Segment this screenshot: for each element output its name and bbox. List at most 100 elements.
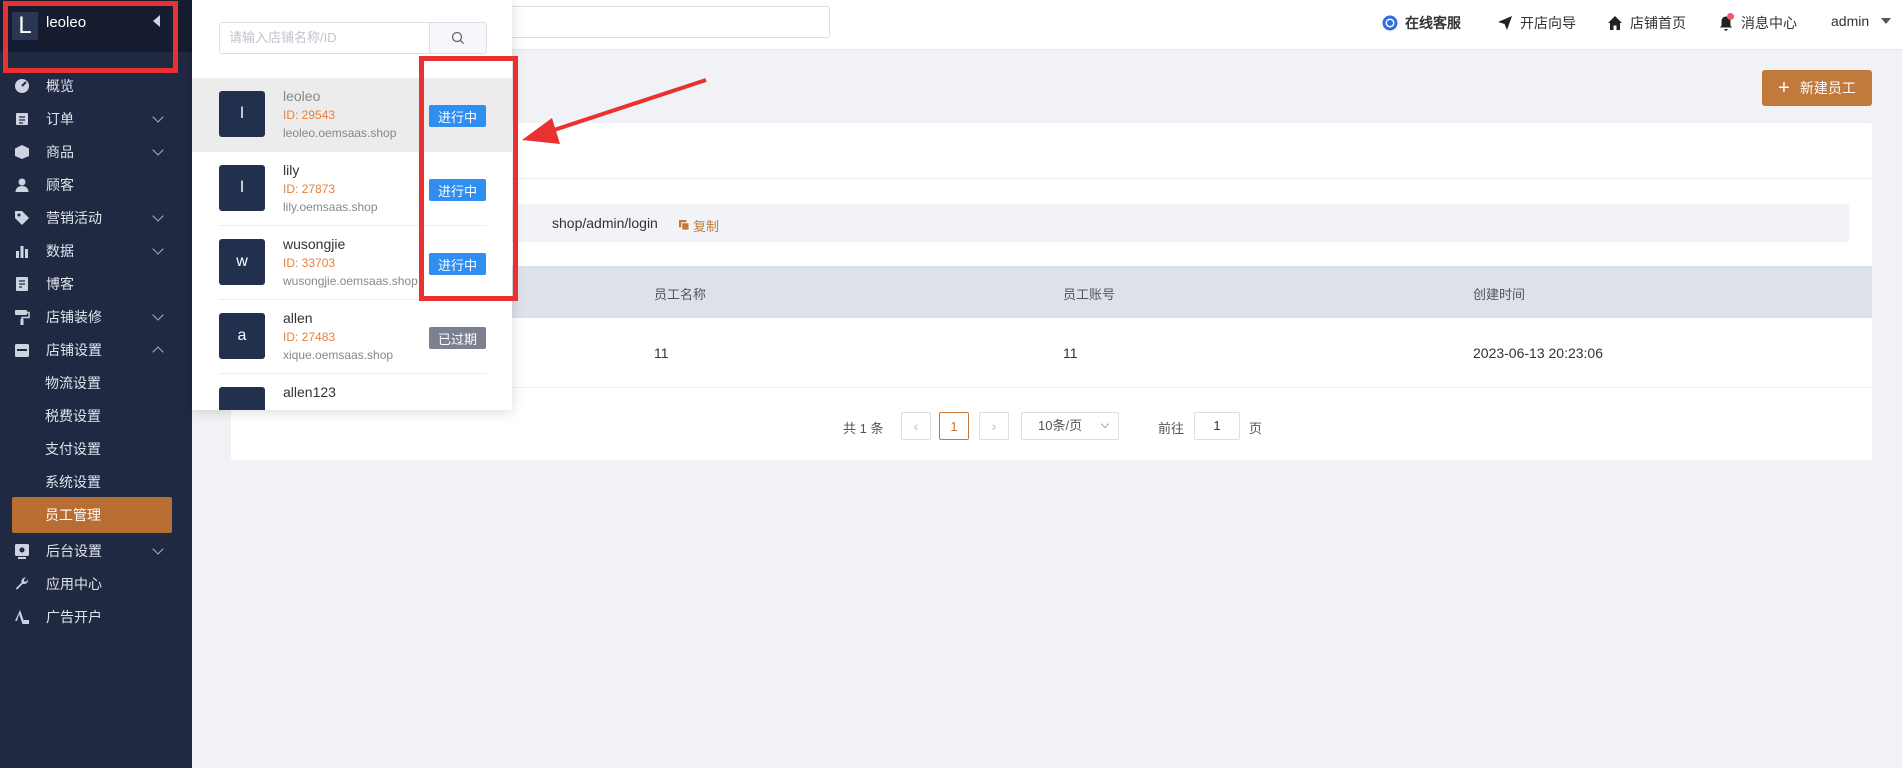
store-home-link[interactable]: 店铺首页 bbox=[1607, 13, 1686, 33]
column-header-staff-name: 员工名称 bbox=[654, 287, 707, 302]
goto-page-input[interactable]: 1 bbox=[1194, 412, 1240, 440]
plus-icon: + bbox=[1778, 77, 1790, 99]
store-item-name: lily bbox=[283, 162, 300, 178]
store-item-domain: leoleo.oemsaas.shop bbox=[283, 126, 397, 140]
sidebar-item-ads[interactable]: 广告开户 bbox=[0, 597, 192, 637]
sidebar-item-label: 广告开户 bbox=[46, 609, 102, 625]
box-icon bbox=[14, 144, 30, 160]
message-center-link[interactable]: 消息中心 bbox=[1718, 13, 1797, 33]
sidebar-item-label: 后台设置 bbox=[46, 543, 102, 559]
store-item-id: ID: 33703 bbox=[283, 256, 336, 270]
store-item-id: ID: 27483 bbox=[283, 330, 336, 344]
caret-down-icon bbox=[1881, 18, 1892, 24]
tag-icon bbox=[14, 210, 30, 226]
store-item-name: leoleo bbox=[283, 88, 321, 104]
goto-unit-label: 页 bbox=[1249, 421, 1263, 436]
store-item-id: ID: 27873 bbox=[283, 182, 336, 196]
wrench-icon bbox=[14, 576, 30, 592]
new-staff-button[interactable]: + 新建员工 bbox=[1762, 70, 1872, 106]
store-avatar: w bbox=[219, 239, 265, 285]
chevron-down-icon bbox=[152, 111, 164, 123]
store-icon bbox=[14, 342, 30, 358]
next-page-button[interactable]: › bbox=[979, 412, 1009, 440]
cell-staff-account: 11 bbox=[1063, 345, 1078, 361]
annotation-box-status-badges bbox=[419, 56, 518, 301]
sidebar-subitem-system[interactable]: 系统设置 bbox=[0, 462, 192, 502]
store-item-domain: wusongjie.oemsaas.shop bbox=[283, 274, 418, 288]
copy-icon bbox=[679, 220, 690, 231]
online-service-label: 在线客服 bbox=[1405, 15, 1461, 31]
new-staff-label: 新建员工 bbox=[1799, 80, 1856, 96]
sidebar-item-label: 数据 bbox=[46, 243, 74, 259]
paper-plane-icon bbox=[1498, 16, 1512, 30]
store-item-id: ID: 29543 bbox=[283, 108, 336, 122]
store-avatar: l bbox=[219, 165, 265, 211]
pagination-total: 共 1 条 bbox=[843, 421, 884, 436]
chevron-down-icon bbox=[152, 210, 164, 222]
admin-settings-icon bbox=[14, 543, 30, 559]
sidebar-item-label: 博客 bbox=[46, 276, 74, 292]
open-guide-label: 开店向导 bbox=[1520, 15, 1576, 31]
sidebar-item-label: 应用中心 bbox=[46, 576, 102, 592]
sidebar-item-label: 店铺装修 bbox=[46, 309, 102, 325]
bell-icon bbox=[1718, 13, 1741, 31]
message-center-label: 消息中心 bbox=[1741, 15, 1797, 31]
sidebar-item-label: 概览 bbox=[46, 78, 74, 94]
online-service-icon bbox=[1382, 15, 1398, 31]
column-header-created-time: 创建时间 bbox=[1473, 287, 1526, 302]
dashboard-icon bbox=[14, 78, 30, 94]
blog-icon bbox=[14, 276, 30, 292]
search-icon bbox=[451, 31, 464, 44]
store-item-name: wusongjie bbox=[283, 236, 346, 252]
store-item-domain: lily.oemsaas.shop bbox=[283, 200, 378, 214]
open-guide-link[interactable]: 开店向导 bbox=[1497, 13, 1576, 33]
store-item-name: allen123 bbox=[283, 384, 336, 400]
user-menu[interactable]: admin bbox=[1831, 13, 1892, 29]
status-badge: 已过期 bbox=[429, 327, 486, 349]
page-size-value: 10条/页 bbox=[1038, 418, 1083, 433]
annotation-box-store-switcher bbox=[3, 1, 178, 73]
user-icon bbox=[14, 177, 30, 193]
chevron-up-icon bbox=[152, 346, 164, 358]
prev-page-button[interactable]: ‹ bbox=[901, 412, 931, 440]
paint-roller-icon bbox=[14, 309, 30, 325]
store-home-label: 店铺首页 bbox=[1630, 15, 1686, 31]
bar-chart-icon bbox=[14, 243, 30, 259]
sidebar-subitem-staff[interactable]: 员工管理 bbox=[12, 497, 172, 533]
store-item-name: allen bbox=[283, 310, 313, 326]
store-search-button[interactable] bbox=[429, 22, 487, 54]
copy-label: 复制 bbox=[693, 219, 720, 234]
store-avatar bbox=[219, 387, 265, 410]
notification-dot bbox=[1727, 13, 1734, 20]
page-size-select[interactable]: 10条/页 bbox=[1021, 412, 1119, 440]
store-avatar: l bbox=[219, 91, 265, 137]
login-url: shop/admin/login bbox=[552, 215, 658, 231]
sidebar-item-label: 订单 bbox=[46, 111, 74, 127]
username: admin bbox=[1831, 13, 1870, 29]
chevron-down-icon bbox=[1100, 419, 1110, 429]
goto-label: 前往 bbox=[1158, 421, 1185, 436]
sidebar-item-label: 商品 bbox=[46, 144, 74, 160]
ads-icon bbox=[14, 609, 30, 625]
cell-created-time: 2023-06-13 20:23:06 bbox=[1473, 345, 1603, 361]
chevron-down-icon bbox=[152, 309, 164, 321]
cell-staff-name: 11 bbox=[654, 345, 669, 361]
copy-link[interactable]: 复制 bbox=[679, 216, 719, 235]
online-service-link[interactable]: 在线客服 bbox=[1382, 13, 1461, 33]
top-search-input[interactable] bbox=[492, 6, 830, 38]
sidebar-item-label: 营销活动 bbox=[46, 210, 102, 226]
sidebar-item-label: 顾客 bbox=[46, 177, 74, 193]
sidebar-item-label: 店铺设置 bbox=[46, 342, 102, 358]
chevron-down-icon bbox=[152, 543, 164, 555]
home-icon bbox=[1608, 16, 1622, 30]
orders-icon bbox=[14, 111, 30, 127]
store-search-input[interactable]: 请输入店铺名称/ID bbox=[219, 22, 429, 54]
store-item-domain: xique.oemsaas.shop bbox=[283, 348, 394, 362]
store-list-item[interactable]: a allen ID: 27483 xique.oemsaas.shop 已过期 bbox=[192, 300, 512, 374]
chevron-down-icon bbox=[152, 144, 164, 156]
chevron-down-icon bbox=[152, 243, 164, 255]
page-number-button[interactable]: 1 bbox=[939, 412, 969, 440]
pagination: 共 1 条 ‹ 1 › 10条/页 前往 1 页 bbox=[231, 412, 1872, 440]
column-header-staff-account: 员工账号 bbox=[1063, 287, 1116, 302]
store-list-item[interactable]: allen123 bbox=[192, 374, 512, 410]
